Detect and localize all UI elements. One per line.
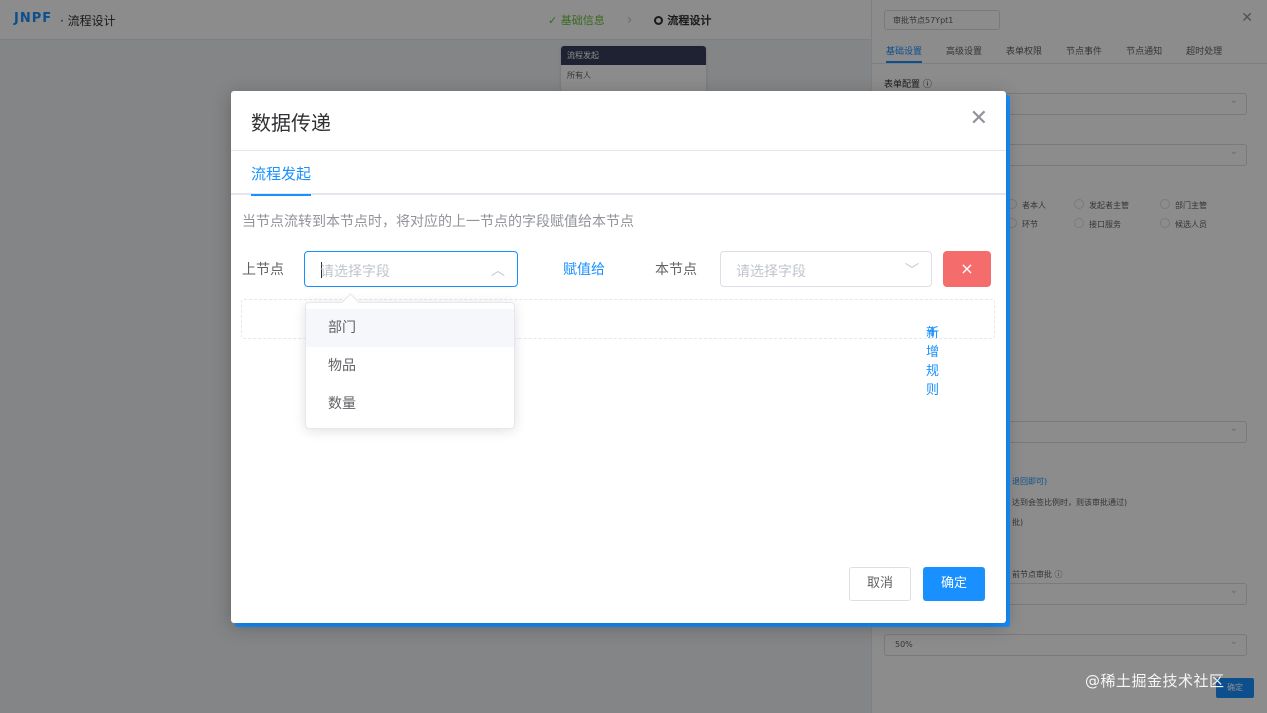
prev-node-placeholder: 请选择字段 <box>320 264 390 280</box>
close-icon[interactable]: ✕ <box>970 105 988 133</box>
prev-node-label: 上节点 <box>242 262 284 278</box>
delete-rule-button[interactable]: × <box>943 251 991 287</box>
cancel-button[interactable]: 取消 <box>849 567 911 601</box>
dialog-tabs: 流程发起 <box>231 151 1006 196</box>
add-rule-label: 新增规则 <box>926 326 940 398</box>
dialog-description: 当节点流转到本节点时，将对应的上一节点的字段赋值给本节点 <box>242 214 634 230</box>
tab-flow-start[interactable]: 流程发起 <box>251 163 312 196</box>
assign-to-label: 赋值给 <box>563 262 605 278</box>
field-dropdown: 部门 物品 数量 <box>305 302 515 429</box>
dropdown-option-department[interactable]: 部门 <box>306 309 514 347</box>
dropdown-option-quantity[interactable]: 数量 <box>306 385 514 423</box>
this-node-label: 本节点 <box>655 262 697 278</box>
confirm-button[interactable]: 确定 <box>923 567 985 601</box>
dropdown-option-item[interactable]: 物品 <box>306 347 514 385</box>
this-node-placeholder: 请选择字段 <box>736 264 806 280</box>
chevron-up-icon: ︿ <box>491 263 505 279</box>
dialog-title: 数据传递 <box>251 111 331 135</box>
prev-node-field-select[interactable]: 请选择字段 ︿ <box>304 251 518 287</box>
this-node-field-select[interactable]: 请选择字段 ﹀ <box>720 251 932 287</box>
chevron-down-icon: ﹀ <box>905 263 919 279</box>
watermark: @稀土掘金技术社区 <box>1085 672 1225 690</box>
close-icon: × <box>960 259 974 278</box>
